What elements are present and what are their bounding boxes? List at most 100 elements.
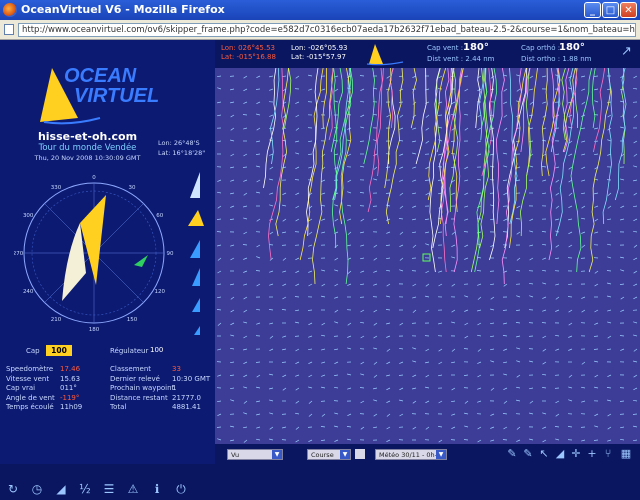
minimize-button[interactable]: _ [584, 2, 601, 18]
wind-arrow [607, 140, 611, 141]
boat-trajectory [313, 68, 334, 284]
wind-grid-canvas[interactable] [215, 68, 640, 444]
refresh-icon[interactable]: ↻ [4, 480, 22, 498]
wind-arrow [464, 440, 468, 441]
wind-arrow [256, 271, 260, 272]
wind-arrow [464, 349, 468, 350]
logo-text-virtuel: VIRTUEL [74, 85, 159, 107]
wind-arrow [386, 205, 390, 206]
close-button[interactable]: ✕ [620, 2, 637, 18]
wind-arrow [581, 154, 585, 155]
wind-arrow [620, 219, 624, 220]
wind-arrow [633, 284, 637, 286]
wind-arrow [269, 374, 273, 375]
wind-arrow [529, 388, 533, 389]
stat-row: Prochain waypoint1 [110, 384, 210, 394]
toggle-checkbox[interactable] [355, 449, 365, 459]
regulator-value[interactable]: 100 [150, 346, 163, 354]
boat-trajectory [323, 68, 327, 128]
wind-arrow [503, 388, 507, 390]
wind-arrow [465, 323, 469, 325]
plus-icon[interactable]: + [585, 447, 599, 461]
wind-arrow [621, 297, 624, 299]
wind-arrow [542, 270, 546, 271]
wind-arrow [347, 388, 351, 389]
wind-arrow [569, 167, 572, 169]
map-lat-white: Lat: -015°57.97 [291, 53, 346, 61]
wind-arrow [347, 245, 351, 246]
sail-icon[interactable]: ◢ [52, 480, 70, 498]
wind-arrow [347, 88, 351, 89]
wind-arrow [334, 101, 338, 102]
logo-text-ocean: OCEAN [64, 65, 137, 87]
cap-input[interactable]: 100 [46, 345, 72, 356]
wind-arrow [217, 192, 221, 193]
info-icon[interactable]: ℹ [148, 480, 166, 498]
wind-arrow [387, 76, 390, 78]
stat-label: Total [110, 403, 126, 413]
compass-label-180: 180 [89, 327, 100, 333]
wind-arrow [373, 271, 377, 272]
sail-tool-icon[interactable]: ◢ [553, 447, 567, 461]
wind-arrow [620, 127, 624, 128]
wind-arrow [230, 245, 234, 246]
wind-arrow [542, 374, 546, 375]
wind-arrow [334, 387, 338, 388]
wind-arrow [503, 374, 507, 375]
boat-position-marker[interactable] [423, 254, 430, 261]
wind-arrow [243, 180, 247, 181]
pen2-icon[interactable]: ✎ [521, 447, 535, 461]
course-select[interactable]: Course▼ [307, 449, 351, 460]
grid-icon[interactable]: ▦ [619, 447, 633, 461]
crosshair-icon[interactable]: ✛ [569, 447, 583, 461]
compass-label-30: 30 [129, 185, 136, 191]
wind-arrow [464, 375, 468, 376]
compass-rose[interactable]: 0306090120150180210240270300330 [14, 173, 174, 333]
wind-arrow [569, 193, 572, 196]
wind-arrow [321, 349, 325, 350]
wind-arrow [503, 219, 507, 221]
wind-arrow [244, 193, 247, 195]
pen-icon[interactable]: ✎ [505, 447, 519, 461]
sail-selector[interactable] [186, 170, 208, 340]
wind-arrow [243, 258, 247, 260]
clock-icon[interactable]: ◷ [28, 480, 46, 498]
wind-arrow [425, 167, 429, 169]
power-icon[interactable]: ⏻ [172, 480, 190, 498]
wind-arrow [620, 349, 624, 351]
wind-arrow [296, 128, 299, 131]
wind-arrow [608, 414, 611, 416]
view-select[interactable]: Vu▼ [227, 449, 283, 460]
fork-icon[interactable]: ⑂ [601, 447, 615, 461]
wind-arrow [581, 128, 585, 129]
boat-trajectory [430, 68, 440, 272]
wind-arrow [374, 245, 377, 247]
weather-select[interactable]: Météo 30/11 - 0h-06▼ [375, 449, 447, 460]
wind-arrow [412, 232, 416, 233]
wind-arrow [491, 297, 494, 299]
wind-arrow [295, 102, 299, 104]
compass-tool-icon[interactable]: ↗ [621, 44, 632, 59]
race-map[interactable] [215, 68, 640, 444]
wind-arrow [335, 89, 338, 91]
cursor-icon[interactable]: ↖ [537, 447, 551, 461]
wind-arrow [581, 141, 585, 142]
compass-label-270: 270 [14, 251, 24, 257]
maximize-button[interactable]: □ [602, 2, 619, 18]
wind-arrow [478, 323, 482, 325]
wind-arrow [399, 400, 403, 401]
wind-arrow [296, 440, 299, 442]
stat-label: Speedomètre [6, 365, 53, 375]
wind-arrow [321, 296, 325, 297]
chevron-down-icon: ▼ [340, 450, 350, 459]
wind-arrow [412, 180, 416, 181]
wind-arrow [439, 284, 443, 286]
map-lon-red: Lon: 026°45.53 [221, 44, 275, 52]
wind-arrow [503, 193, 507, 195]
menu-icon[interactable]: ☰ [100, 480, 118, 498]
wind-arrow [608, 206, 611, 208]
warning-icon[interactable]: ⚠ [124, 480, 142, 498]
wind-arrow [230, 400, 234, 401]
ratio-icon[interactable]: ½ [76, 480, 94, 498]
url-input[interactable]: http://www.oceanvirtuel.com/ov6/skipper_… [18, 23, 636, 37]
